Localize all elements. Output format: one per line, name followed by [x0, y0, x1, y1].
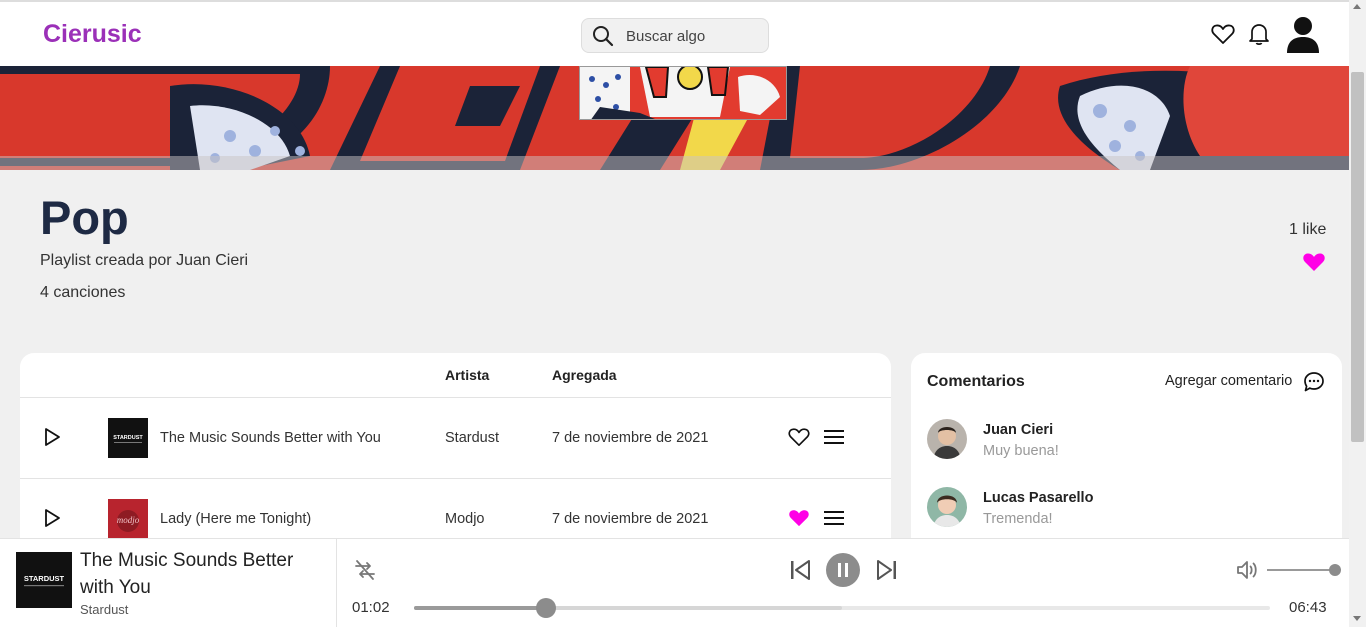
- player-bar: STARDUST The Music Sounds Better with Yo…: [0, 538, 1349, 627]
- column-header-added: Agregada: [552, 367, 617, 383]
- avatar[interactable]: [927, 419, 967, 459]
- hamburger-menu-icon[interactable]: [824, 510, 844, 531]
- song-title: Lady (Here me Tonight): [160, 511, 312, 527]
- user-avatar-icon[interactable]: [1285, 16, 1321, 59]
- search-input[interactable]: [626, 27, 761, 45]
- svg-text:STARDUST: STARDUST: [113, 435, 143, 441]
- page-scrollbar[interactable]: [1349, 0, 1366, 627]
- playlist-like-heart-icon[interactable]: [1302, 251, 1326, 277]
- add-comment-button[interactable]: Agregar comentario: [1165, 373, 1292, 389]
- brand-logo[interactable]: Cierusic: [43, 20, 142, 49]
- favorites-heart-icon[interactable]: [1211, 23, 1235, 50]
- now-playing-artist[interactable]: Stardust: [80, 602, 128, 617]
- avatar[interactable]: [927, 487, 967, 527]
- song-added-date: 7 de noviembre de 2021: [552, 511, 709, 527]
- skip-previous-icon[interactable]: [789, 558, 811, 587]
- hamburger-menu-icon[interactable]: [824, 429, 844, 450]
- songs-table: Artista Agregada STARDUST The Music Soun…: [20, 353, 891, 553]
- search-icon: [592, 25, 614, 52]
- table-row[interactable]: STARDUST The Music Sounds Better with Yo…: [20, 398, 891, 478]
- playlist-creator: Playlist creada por Juan Cieri: [40, 252, 249, 269]
- playlist-cover-image: [579, 66, 787, 120]
- comment-author[interactable]: Juan Cieri: [983, 422, 1053, 438]
- heart-filled-icon[interactable]: [788, 508, 810, 533]
- search-box[interactable]: [581, 18, 769, 53]
- column-header-artist: Artista: [445, 367, 490, 383]
- volume-handle[interactable]: [1329, 564, 1341, 576]
- total-time: 06:43: [1289, 599, 1327, 616]
- comment-text: Muy buena!: [983, 443, 1059, 459]
- song-title: The Music Sounds Better with You: [160, 430, 381, 446]
- comments-panel: Comentarios Agregar comentario Juan Cier…: [911, 353, 1342, 553]
- volume-slider[interactable]: [1267, 564, 1341, 576]
- scroll-down-arrow-icon[interactable]: [1353, 616, 1361, 621]
- current-time: 01:02: [352, 599, 390, 616]
- play-icon[interactable]: [42, 508, 62, 533]
- top-navbar: Cierusic: [0, 0, 1349, 66]
- playlist-likes-count: 1 like: [1289, 221, 1327, 238]
- pause-icon[interactable]: [826, 553, 860, 592]
- now-playing-title[interactable]: The Music Sounds Better with You: [80, 547, 320, 601]
- comment-text: Tremenda!: [983, 511, 1053, 527]
- volume-fill: [1267, 569, 1335, 571]
- scrollbar-thumb[interactable]: [1351, 72, 1364, 442]
- comment-bubble-icon[interactable]: [1303, 371, 1325, 398]
- volume-icon[interactable]: [1235, 558, 1259, 587]
- comments-title: Comentarios: [927, 373, 1025, 390]
- playlist-title: Pop: [40, 191, 129, 244]
- song-added-date: 7 de noviembre de 2021: [552, 430, 709, 446]
- play-icon[interactable]: [42, 427, 62, 452]
- song-artist[interactable]: Modjo: [445, 511, 485, 527]
- svg-text:modjo: modjo: [117, 515, 140, 525]
- heart-outline-icon[interactable]: [788, 427, 810, 452]
- progress-fill: [414, 606, 546, 610]
- shuffle-off-icon[interactable]: [353, 558, 377, 587]
- player-divider: [336, 539, 337, 627]
- song-thumbnail: STARDUST: [108, 418, 148, 458]
- playlist-song-count: 4 canciones: [40, 284, 126, 301]
- song-thumbnail: modjo: [108, 499, 148, 539]
- song-artist[interactable]: Stardust: [445, 430, 499, 446]
- notifications-bell-icon[interactable]: [1248, 22, 1270, 51]
- progress-handle[interactable]: [535, 598, 556, 618]
- skip-next-icon[interactable]: [876, 558, 898, 587]
- svg-text:STARDUST: STARDUST: [24, 574, 65, 583]
- scroll-up-arrow-icon[interactable]: [1353, 4, 1361, 9]
- progress-bar[interactable]: [414, 598, 1270, 618]
- now-playing-thumbnail: STARDUST: [16, 552, 72, 608]
- comment-author[interactable]: Lucas Pasarello: [983, 490, 1093, 506]
